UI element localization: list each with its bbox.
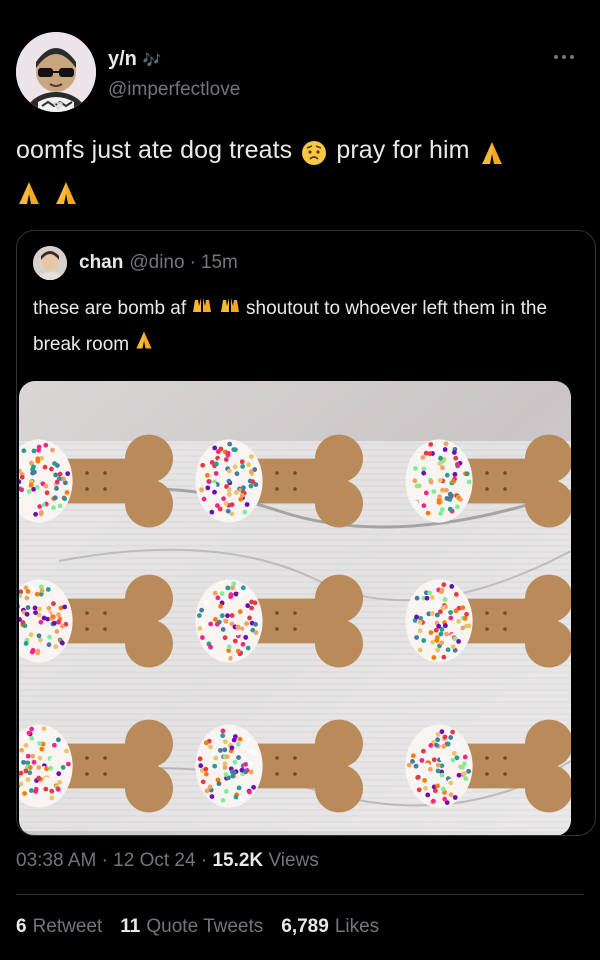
tweet-meta: 03:38 AM · 12 Oct 24 · 15.2K Views <box>16 850 319 872</box>
likes-count: 6,789 <box>281 916 329 937</box>
tweet-header: y/n 🎶 @imperfectlove <box>16 30 584 114</box>
quoted-age: 15m <box>200 252 238 273</box>
likes-stat[interactable]: 6,789 Likes <box>281 916 379 938</box>
quoted-tweet[interactable]: chan @dino · 15m these are bomb af shout… <box>16 230 596 836</box>
likes-label: Likes <box>334 916 380 937</box>
retweets-stat[interactable]: 6 Retweet <box>16 916 102 938</box>
author-handle[interactable]: @imperfectlove <box>108 79 240 101</box>
retweets-count: 6 <box>16 916 27 937</box>
views-label: Views <box>268 850 319 871</box>
meta-separator: · <box>200 850 208 871</box>
raising-hands-icon <box>191 291 213 327</box>
tweet-stats: 6 Retweet 11 Quote Tweets 6,789 Likes <box>16 916 379 938</box>
retweets-label: Retweet <box>32 916 103 937</box>
author-display-name[interactable]: y/n 🎶 <box>108 48 240 71</box>
folded-hands-icon <box>16 178 42 205</box>
quoted-author-avatar[interactable] <box>33 246 67 280</box>
quote-tweets-label: Quote Tweets <box>146 916 264 937</box>
quoted-author-name[interactable]: chan <box>79 252 123 274</box>
author-names: y/n 🎶 @imperfectlove <box>108 48 240 101</box>
quoted-separator: · <box>189 252 196 273</box>
music-notes-icon: 🎶 <box>142 52 162 69</box>
quoted-tweet-text: these are bomb af shoutout to whoever le… <box>33 291 573 363</box>
tweet-time[interactable]: 03:38 AM <box>16 850 96 871</box>
author-avatar[interactable] <box>16 32 96 112</box>
raising-hands-icon <box>219 291 241 327</box>
author-display-name-text[interactable]: y/n <box>108 48 137 70</box>
tweet-text: oomfs just ate dog treats pray for him <box>16 130 586 210</box>
folded-hands-icon <box>134 327 154 363</box>
tweet-text-part-1: oomfs just ate dog treats <box>16 136 293 164</box>
quote-tweets-stat[interactable]: 11 Quote Tweets <box>120 916 263 938</box>
tweet-text-part-2: pray for him <box>336 136 470 164</box>
quoted-author-handle[interactable]: @dino <box>129 252 184 274</box>
folded-hands-icon <box>479 138 505 165</box>
quoted-text-part-1: these are bomb af <box>33 298 187 320</box>
quote-tweets-count: 11 <box>120 916 141 937</box>
worried-face-icon <box>301 138 327 166</box>
folded-hands-icon <box>53 178 79 205</box>
tweet-date[interactable]: 12 Oct 24 <box>113 850 195 871</box>
more-options-icon[interactable] <box>554 52 578 62</box>
quoted-tweet-header: chan @dino · 15m <box>33 245 238 281</box>
dog-treats-photo[interactable] <box>19 381 571 835</box>
views-count: 15.2K <box>212 850 264 871</box>
divider <box>16 894 584 895</box>
meta-separator: · <box>101 850 108 871</box>
